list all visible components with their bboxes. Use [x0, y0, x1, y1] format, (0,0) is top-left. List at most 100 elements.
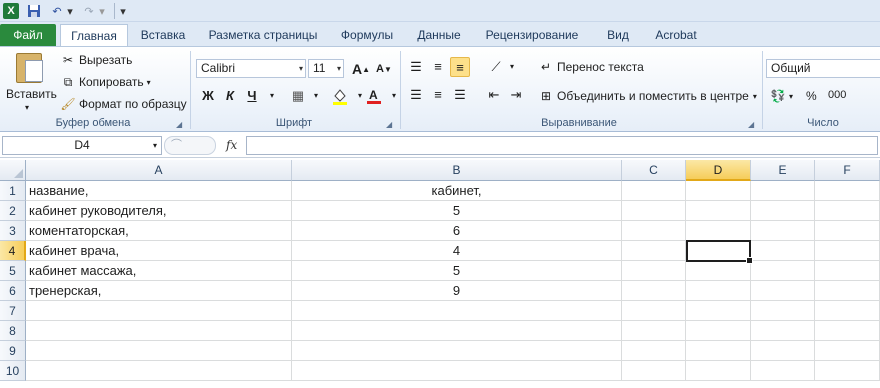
- cut-button[interactable]: ✂ Вырезать: [60, 53, 132, 67]
- grid-cell[interactable]: [686, 221, 751, 241]
- row-header[interactable]: 5: [0, 261, 26, 281]
- grid-cell[interactable]: [815, 241, 880, 261]
- active-cell-cursor[interactable]: [686, 240, 753, 264]
- chevron-down-icon[interactable]: ▾: [147, 78, 151, 87]
- grid-cell[interactable]: название,: [26, 181, 292, 201]
- row-header[interactable]: 8: [0, 321, 26, 341]
- tab-formulas[interactable]: Формулы: [332, 24, 402, 46]
- column-header-b[interactable]: B: [292, 160, 622, 181]
- grid-cell[interactable]: 9: [292, 281, 622, 301]
- grid-cell[interactable]: [622, 201, 686, 221]
- grid-cell[interactable]: [686, 201, 751, 221]
- currency-format-button[interactable]: 💱 ▾: [770, 89, 794, 103]
- grid-cell[interactable]: [751, 241, 815, 261]
- align-top-icon[interactable]: ☰: [406, 57, 426, 77]
- column-header-e[interactable]: E: [751, 160, 815, 181]
- fill-color-icon[interactable]: [330, 87, 350, 105]
- name-box[interactable]: D4 ▾: [2, 136, 162, 155]
- grid-cell[interactable]: кабинет,: [292, 181, 622, 201]
- italic-button[interactable]: К: [220, 87, 240, 105]
- dialog-launcher-icon[interactable]: ◢: [386, 120, 392, 129]
- grid-cell[interactable]: [815, 361, 880, 381]
- grid-cell[interactable]: [622, 181, 686, 201]
- grid-cell[interactable]: [815, 321, 880, 341]
- tab-data[interactable]: Данные: [406, 24, 472, 46]
- grid-cell[interactable]: [686, 261, 751, 281]
- increase-indent-icon[interactable]: ⇥: [506, 85, 526, 105]
- grid-cell[interactable]: [292, 341, 622, 361]
- grid-cell[interactable]: 5: [292, 201, 622, 221]
- grid-cell[interactable]: [292, 321, 622, 341]
- grid-cell[interactable]: коментаторская,: [26, 221, 292, 241]
- row-header[interactable]: 10: [0, 361, 26, 381]
- grid-cell[interactable]: [751, 341, 815, 361]
- column-header-a[interactable]: A: [26, 160, 292, 181]
- grid-cell[interactable]: [26, 321, 292, 341]
- grid-cell[interactable]: кабинет руководителя,: [26, 201, 292, 221]
- grid-cell[interactable]: [686, 301, 751, 321]
- column-header-f[interactable]: F: [815, 160, 880, 181]
- excel-logo-icon[interactable]: X: [3, 3, 19, 19]
- dialog-launcher-icon[interactable]: ◢: [176, 120, 182, 129]
- save-icon[interactable]: [26, 3, 42, 19]
- chevron-down-icon[interactable]: ▾: [337, 60, 341, 77]
- row-header[interactable]: 1: [0, 181, 26, 201]
- grid-cell[interactable]: [686, 341, 751, 361]
- font-size-combo[interactable]: 11 ▾: [308, 59, 344, 78]
- percent-button[interactable]: %: [806, 89, 817, 103]
- align-left-icon[interactable]: ☰: [406, 85, 426, 105]
- tab-page-layout[interactable]: Разметка страницы: [198, 24, 328, 46]
- number-format-combo[interactable]: Общий: [766, 59, 880, 78]
- grid-cell[interactable]: [622, 341, 686, 361]
- tab-view[interactable]: Вид: [592, 24, 644, 46]
- font-color-icon[interactable]: A: [364, 87, 384, 105]
- font-name-combo[interactable]: Calibri ▾: [196, 59, 306, 78]
- row-header[interactable]: 3: [0, 221, 26, 241]
- insert-function-icon[interactable]: fx: [226, 136, 244, 155]
- select-all-button[interactable]: [0, 160, 26, 181]
- grid-cell[interactable]: тренерская,: [26, 281, 292, 301]
- chevron-down-icon[interactable]: ▾: [153, 137, 157, 154]
- align-center-icon[interactable]: ≡: [428, 85, 448, 105]
- redo-icon[interactable]: ↷: [82, 3, 96, 19]
- chevron-down-icon[interactable]: ▾: [306, 87, 326, 105]
- grid-cell[interactable]: [292, 301, 622, 321]
- formula-bar-resize-handle[interactable]: ⌒: [164, 136, 216, 155]
- grid-cell[interactable]: [815, 181, 880, 201]
- bold-button[interactable]: Ж: [198, 87, 218, 105]
- shrink-font-button[interactable]: A ▼: [376, 63, 392, 75]
- underline-button[interactable]: Ч: [242, 87, 262, 105]
- align-middle-icon[interactable]: ≡: [428, 57, 448, 77]
- grid-cell[interactable]: [622, 361, 686, 381]
- tab-review[interactable]: Рецензирование: [476, 24, 588, 46]
- grid-cell[interactable]: [815, 281, 880, 301]
- grid-cell[interactable]: [686, 181, 751, 201]
- undo-dropdown-icon[interactable]: ▾: [66, 3, 74, 19]
- grid-cell[interactable]: [751, 221, 815, 241]
- grid-cell[interactable]: [815, 341, 880, 361]
- grid-cell[interactable]: [686, 361, 751, 381]
- format-painter-button[interactable]: 🖌 Формат по образцу: [60, 97, 186, 111]
- paste-button[interactable]: Вставить ▾: [6, 51, 57, 112]
- chevron-down-icon[interactable]: ▾: [299, 60, 303, 77]
- chevron-down-icon[interactable]: ▾: [753, 92, 757, 101]
- grid-cell[interactable]: 5: [292, 261, 622, 281]
- tab-insert[interactable]: Вставка: [132, 24, 194, 46]
- copy-button[interactable]: ⧉ Копировать ▾: [60, 75, 151, 89]
- grid-cell[interactable]: [686, 321, 751, 341]
- grid-cell[interactable]: [815, 301, 880, 321]
- decrease-indent-icon[interactable]: ⇤: [484, 85, 504, 105]
- chevron-down-icon[interactable]: ▾: [502, 57, 522, 77]
- row-header[interactable]: 9: [0, 341, 26, 361]
- column-header-c[interactable]: C: [622, 160, 686, 181]
- align-bottom-icon[interactable]: ≡: [450, 57, 470, 77]
- grid-cell[interactable]: [815, 221, 880, 241]
- grid-cell[interactable]: [751, 281, 815, 301]
- customize-qat-icon[interactable]: ▾: [118, 3, 128, 19]
- undo-icon[interactable]: ↶: [50, 3, 64, 19]
- grid-cell[interactable]: [751, 201, 815, 221]
- grid-cell[interactable]: [751, 181, 815, 201]
- tab-file[interactable]: Файл: [0, 24, 56, 46]
- row-header[interactable]: 4: [0, 241, 26, 261]
- grow-font-button[interactable]: A ▲: [352, 61, 370, 77]
